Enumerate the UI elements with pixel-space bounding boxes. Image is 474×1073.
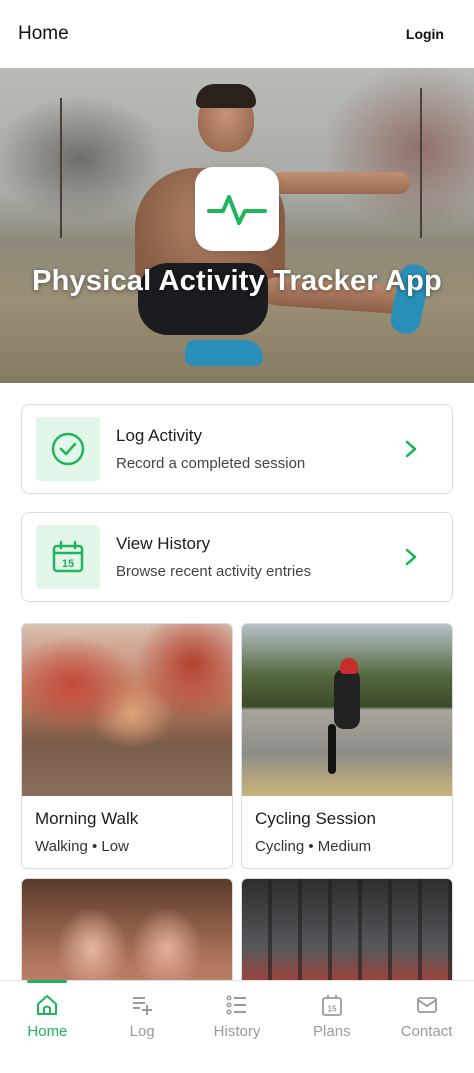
- view-history-icon-box: 15: [36, 525, 100, 589]
- calendar-icon: 15: [52, 540, 84, 573]
- login-button[interactable]: Login: [406, 26, 444, 42]
- activity-meta: Cycling • Medium: [255, 838, 372, 855]
- activity-card-morning-walk[interactable]: Morning Walk Walking • Low: [21, 623, 233, 869]
- nav-home[interactable]: Home: [0, 980, 95, 1073]
- log-activity-subtitle: Record a completed session: [116, 455, 306, 472]
- bike-wheel: [328, 724, 336, 774]
- check-circle-icon: [51, 432, 85, 466]
- log-activity-card[interactable]: Log Activity Record a completed session: [21, 404, 453, 494]
- pulse-icon: [207, 195, 267, 225]
- cyclist-helmet: [340, 658, 358, 674]
- view-history-title: View History: [116, 534, 211, 553]
- activity-card-cycling-session[interactable]: Cycling Session Cycling • Medium: [241, 623, 453, 869]
- hero-athlete-hair: [196, 84, 256, 108]
- mail-icon: [416, 997, 437, 1013]
- nav-plans[interactable]: 15 Plans: [284, 981, 379, 1073]
- activity-image-cycling: [242, 624, 452, 796]
- app-logo: [195, 167, 279, 251]
- nav-plans-label: Plans: [313, 1023, 351, 1040]
- page-title: Home: [18, 23, 69, 44]
- activity-name: Cycling Session: [255, 809, 376, 828]
- chevron-right-icon: [400, 439, 422, 459]
- background-tree: [60, 98, 62, 238]
- calendar-icon: 15: [321, 995, 342, 1016]
- app-header: Home Login: [0, 0, 474, 68]
- nav-history-label: History: [213, 1023, 261, 1040]
- list-icon: [226, 995, 246, 1015]
- list-add-icon: [133, 997, 153, 1015]
- home-icon: [37, 995, 58, 1015]
- nav-history[interactable]: History: [190, 981, 285, 1073]
- background-tree: [420, 88, 422, 238]
- cyclist: [334, 669, 360, 729]
- hero-athlete-arm: [270, 172, 410, 194]
- nav-active-indicator: [27, 980, 68, 983]
- log-activity-icon-box: [36, 417, 100, 481]
- nav-log-label: Log: [129, 1023, 155, 1040]
- hero-title: Physical Activity Tracker App: [32, 265, 442, 297]
- log-activity-text: Log Activity Record a completed session: [116, 426, 400, 472]
- chevron-right-icon: [400, 547, 422, 567]
- nav-contact[interactable]: Contact: [379, 981, 474, 1073]
- view-history-subtitle: Browse recent activity entries: [116, 563, 312, 580]
- plans-calendar-day: 15: [327, 1005, 336, 1014]
- nav-contact-label: Contact: [400, 1023, 453, 1040]
- view-history-text: View History Browse recent activity entr…: [116, 534, 400, 580]
- view-history-card[interactable]: 15 View History Browse recent activity e…: [21, 512, 453, 602]
- activity-image-walk: [22, 624, 232, 796]
- hero-banner: Physical Activity Tracker App: [0, 68, 474, 383]
- nav-log[interactable]: Log: [95, 981, 190, 1073]
- activity-meta: Walking • Low: [35, 838, 129, 855]
- activity-name: Morning Walk: [35, 809, 139, 828]
- hero-athlete-shoe: [185, 340, 263, 366]
- bottom-nav: Home Log History 15 Plans Contact: [0, 980, 474, 1073]
- log-activity-title: Log Activity: [116, 426, 202, 445]
- calendar-day: 15: [62, 558, 74, 570]
- nav-home-label: Home: [27, 1023, 68, 1040]
